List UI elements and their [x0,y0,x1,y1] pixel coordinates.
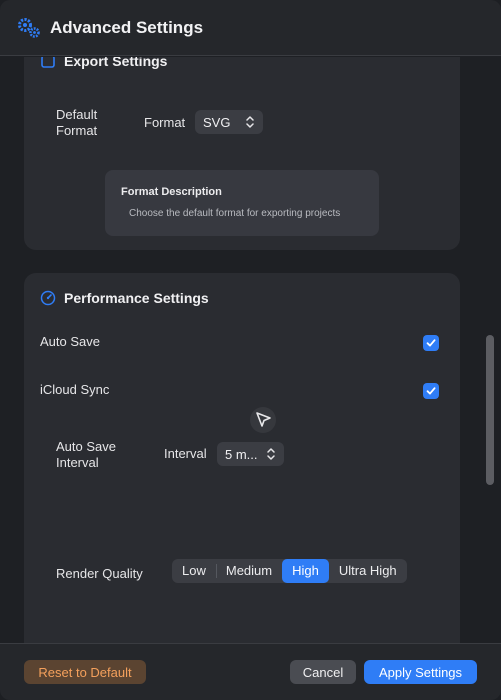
title-bar: Advanced Settings [0,0,501,56]
format-label: Format [144,115,186,130]
performance-settings-card: Performance Settings Auto Save iCloud Sy… [24,273,460,643]
interval-select-value: 5 m... [225,446,258,462]
performance-section-title: Performance Settings [64,290,209,306]
render-quality-label: Render Quality [56,566,143,581]
performance-section-header: Performance Settings [40,290,209,306]
interval-select[interactable]: 5 m... [217,442,284,466]
footer-bar: Reset to Default Cancel Apply Settings [0,643,501,700]
render-quality-option-ultra-high[interactable]: Ultra High [329,559,407,583]
reset-to-default-button[interactable]: Reset to Default [24,660,146,684]
mouse-pointer-icon [250,407,276,433]
format-select-value: SVG [203,114,231,130]
format-description-box: Format Description Choose the default fo… [105,170,379,236]
auto-save-checkbox[interactable] [423,335,439,351]
gears-icon [18,17,40,38]
checkmark-icon [426,339,436,347]
checkmark-icon [426,387,436,395]
export-settings-card: Export Settings Default Format Format SV… [24,57,460,250]
format-select[interactable]: SVG [195,110,263,134]
format-description-title: Format Description [121,186,222,198]
settings-scroll-area[interactable]: Export Settings Default Format Format SV… [0,57,501,643]
render-quality-option-high[interactable]: High [282,559,329,583]
advanced-settings-window: Advanced Settings Export Settings Defaul… [0,0,501,700]
export-icon [41,57,55,68]
interval-label: Interval [164,446,207,461]
render-quality-option-medium[interactable]: Medium [215,559,282,583]
chevron-up-down-icon [267,448,275,460]
auto-save-interval-label: Auto Save Interval [56,439,116,470]
default-format-label: Default Format [56,107,98,138]
window-title: Advanced Settings [50,17,204,37]
render-quality-option-low[interactable]: Low [172,559,216,583]
auto-save-label: Auto Save [40,334,100,349]
cancel-button[interactable]: Cancel [290,660,356,684]
apply-settings-button[interactable]: Apply Settings [364,660,477,684]
speedometer-icon [40,290,56,306]
chevron-up-down-icon [246,116,254,128]
vertical-scrollbar[interactable] [486,335,494,485]
format-description-text: Choose the default format for exporting … [129,208,341,219]
export-section-header: Export Settings [40,57,167,69]
icloud-sync-label: iCloud Sync [40,382,110,397]
export-section-title: Export Settings [64,57,168,69]
icloud-sync-checkbox[interactable] [423,383,439,399]
render-quality-segmented-control[interactable]: Low Medium High Ultra High [172,559,407,583]
